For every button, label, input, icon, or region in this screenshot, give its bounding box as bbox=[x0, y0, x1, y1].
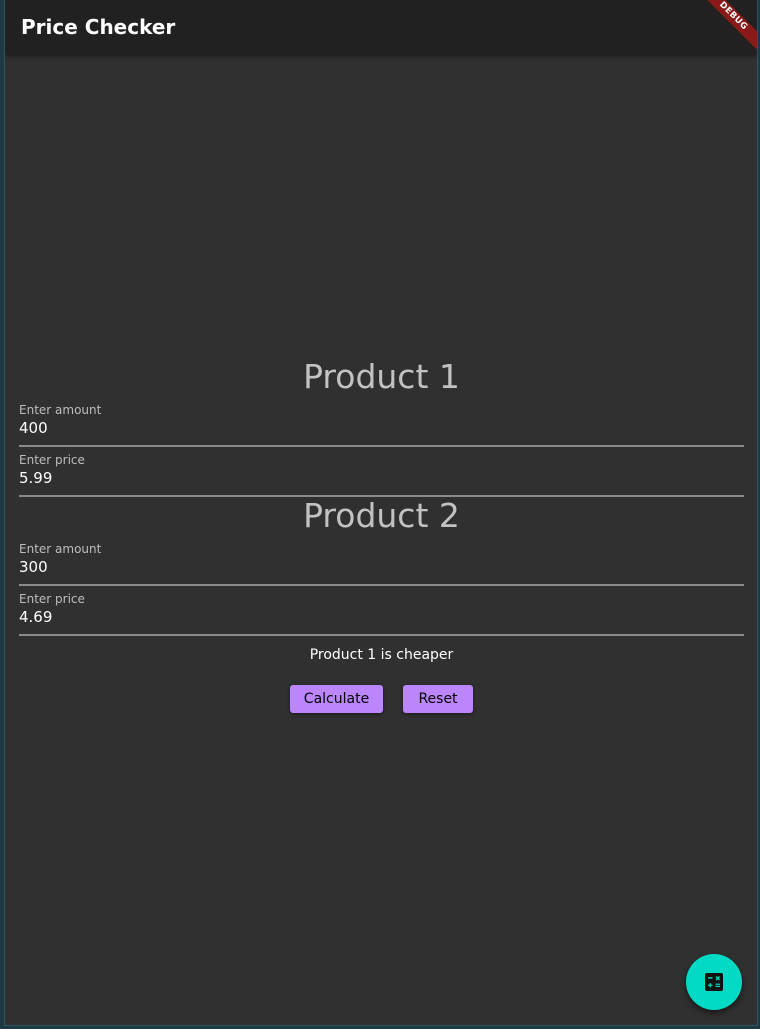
reset-button[interactable]: Reset bbox=[403, 685, 473, 713]
product-2-heading: Product 2 bbox=[303, 496, 460, 535]
product-1-price-input[interactable]: 5.99 bbox=[19, 468, 744, 488]
product-2-price-field[interactable]: Enter price 4.69 bbox=[19, 592, 744, 636]
calculate-button[interactable]: Calculate bbox=[290, 685, 383, 713]
product-2-amount-label: Enter amount bbox=[19, 542, 102, 556]
app-title: Price Checker bbox=[21, 15, 176, 39]
product-2-price-input[interactable]: 4.69 bbox=[19, 607, 744, 627]
result-text: Product 1 is cheaper bbox=[309, 647, 454, 663]
product-2-amount-input[interactable]: 300 bbox=[19, 557, 744, 577]
app-window: Price Checker DEBUG Product 1 Enter amou… bbox=[4, 0, 758, 1026]
app-bar: Price Checker DEBUG bbox=[5, 0, 757, 54]
product-2-amount-field[interactable]: Enter amount 300 bbox=[19, 542, 744, 586]
debug-banner: DEBUG bbox=[695, 0, 757, 54]
product-1-amount-input[interactable]: 400 bbox=[19, 418, 744, 438]
calculate-fab-button[interactable] bbox=[686, 954, 742, 1010]
product-1-amount-field[interactable]: Enter amount 400 bbox=[19, 403, 744, 447]
product-1-price-label: Enter price bbox=[19, 453, 85, 467]
product-1-amount-label: Enter amount bbox=[19, 403, 102, 417]
product-1-heading: Product 1 bbox=[303, 357, 460, 396]
product-1-price-field[interactable]: Enter price 5.99 bbox=[19, 453, 744, 497]
product-2-price-label: Enter price bbox=[19, 592, 85, 606]
calculate-icon bbox=[705, 973, 723, 991]
